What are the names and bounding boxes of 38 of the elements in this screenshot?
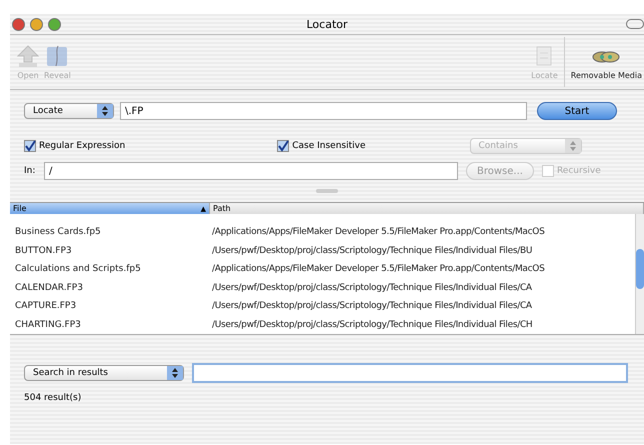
stepper-arrows-icon (564, 139, 580, 153)
checkbox-icon (542, 165, 554, 177)
checkbox-icon (277, 140, 290, 152)
up-arrow-icon (16, 44, 40, 68)
file-cell-text: CALENDAR.FP3 (14, 282, 84, 293)
window-title: Locator (305, 18, 349, 30)
close-button[interactable] (12, 18, 25, 30)
file-cell-text: Calculations and Scripts.fp5 (14, 264, 142, 274)
path-cell: /Users/pwf/Desktop/proj/class/Scriptology/Technique Files/Individual Files/BU (212, 246, 532, 256)
toolbar-toggle-button[interactable] (626, 19, 644, 29)
splitter-handle[interactable] (316, 189, 338, 193)
path-cell: /Users/pwf/Desktop/proj/class/Scriptology/Technique Files/Individual Files/CA (212, 301, 532, 312)
search-field[interactable]: \.FP (120, 102, 527, 120)
stepper-arrows-icon (167, 366, 183, 380)
location-field[interactable]: / (44, 162, 458, 180)
filter-mode-dropdown[interactable]: Search in results (24, 365, 184, 381)
file-cell-text: Business Cards.fp5 (14, 227, 102, 238)
search-mode-dropdown[interactable]: Locate (24, 103, 114, 119)
path-cell: /Users/pwf/Desktop/proj/class/Scriptology/Technique Files/Individual Files/CA (212, 282, 532, 293)
checkbox-icon (24, 140, 36, 152)
minimize-button[interactable] (30, 18, 43, 30)
path-cell: /Users/pwf/Desktop/proj/class/Scriptology/Technique Files/Individual Files/CH (212, 320, 532, 330)
path-cell: /Applications/Apps/FileMaker Developer 5.5/FileMaker Pro.app/Contents/MacOS (212, 264, 544, 274)
vertical-scrollbar[interactable] (635, 214, 644, 334)
column-header[interactable]: Path (210, 203, 644, 214)
in-label: In: (24, 166, 36, 176)
zoom-button[interactable] (48, 18, 61, 30)
stepper-arrows-icon (97, 104, 113, 118)
file-cell-text: BUTTON.FP3 (14, 246, 73, 256)
regular-expression-checkbox[interactable]: Regular Expression (24, 140, 126, 152)
case-insensitive-checkbox[interactable]: Case Insensitive (277, 140, 366, 152)
file-cell-text: CAPTURE.FP3 (14, 301, 78, 312)
media-toolbar-button[interactable]: Removable Media (568, 42, 644, 82)
path-cell: /Applications/Apps/FileMaker Developer 5.5/FileMaker Pro.app/Contents/MacOS (212, 227, 544, 238)
result-count: 504 result(s) (24, 393, 82, 403)
filter-field[interactable] (192, 363, 628, 383)
file-cell-text: CHARTING.FP3 (14, 320, 82, 330)
start-button[interactable]: Start (537, 102, 617, 120)
